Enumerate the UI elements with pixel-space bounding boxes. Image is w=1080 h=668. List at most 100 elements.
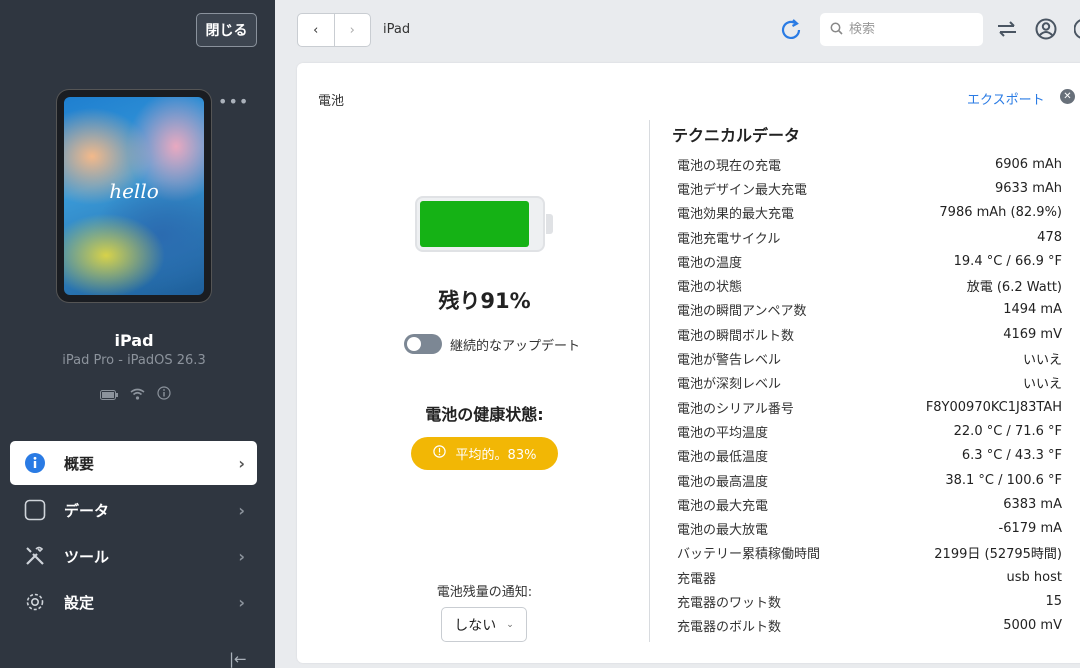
panel-divider [649, 120, 650, 642]
gear-icon [23, 590, 47, 614]
help-icon[interactable] [1073, 18, 1080, 44]
topbar: ‹ › iPad [275, 0, 1080, 62]
battery-notify-value: しない [454, 617, 497, 634]
tech-label: 電池充電サイクル [677, 231, 781, 247]
battery-remaining: 残り91% [438, 289, 531, 313]
chevron-down-icon: ⌄ [506, 619, 514, 630]
battery-icon [100, 385, 118, 404]
search-box[interactable] [820, 13, 983, 46]
tech-value: 6906 mAh [994, 156, 1062, 172]
tech-label: 電池の瞬間ボルト数 [677, 328, 795, 344]
wifi-icon [130, 385, 145, 404]
table-row: 電池の平均温度 22.0 °C / 71.6 °F [677, 419, 1062, 443]
table-row: 電池が警告レベル いいえ [677, 346, 1062, 370]
square-icon [23, 498, 47, 522]
tech-label: 電池のシリアル番号 [677, 401, 794, 417]
tech-value: 4169 mV [1003, 326, 1062, 342]
tech-value: 6.3 °C / 43.3 °F [961, 448, 1062, 464]
table-row: 電池の最大放電 -6179 mA [677, 516, 1062, 540]
tech-label: 充電器のボルト数 [677, 620, 782, 636]
refresh-icon[interactable] [778, 17, 804, 47]
tech-label: 充電器のワット数 [677, 595, 782, 611]
battery-notify-select[interactable]: しない ⌄ [441, 607, 527, 642]
tech-value: 19.4 °C / 66.9 °F [953, 253, 1062, 269]
forward-button[interactable]: › [333, 14, 371, 46]
battery-panel: 電池 エクスポート ✕ 残り91% 継続的なアップデート 電池の健康状態: 平均… [297, 63, 1080, 663]
sidebar-item-tools[interactable]: ツール › [10, 534, 257, 578]
tech-label: 充電器 [677, 571, 717, 587]
back-button[interactable]: ‹ [298, 14, 334, 46]
technical-data-table: 電池の現在の充電 6906 mAh 電池デザイン最大充電 9633 mAh 電池効果的最… [677, 152, 1062, 638]
tech-value: いいえ [1022, 377, 1062, 393]
table-row: 電池の最大充電 6383 mA [677, 492, 1062, 516]
device-screen: hello [64, 97, 204, 295]
search-icon [830, 20, 843, 39]
transfer-icon[interactable] [996, 18, 1018, 44]
tech-value: 5000 mV [1003, 618, 1062, 634]
battery-health-badge: 平均的。83% [411, 437, 558, 470]
table-row: 電池効果的最大充電 7986 mAh (82.9%) [677, 201, 1062, 225]
device-image: hello [57, 90, 211, 302]
table-row: 充電器 usb host [677, 565, 1062, 589]
table-row: 電池のシリアル番号 F8Y00970KC1J83TAH [677, 395, 1062, 419]
info-icon[interactable] [157, 385, 171, 404]
navigation-buttons: ‹ › [297, 13, 371, 47]
table-row: 電池の瞬間アンペア数 1494 mA [677, 298, 1062, 322]
table-row: 充電器のワット数 15 [677, 589, 1062, 613]
tech-label: 電池の最大充電 [677, 498, 769, 514]
tech-label: 電池の最高温度 [677, 474, 769, 490]
tech-label: 電池の最低温度 [677, 450, 769, 466]
panel-title: 電池 [318, 94, 345, 109]
sidebar-item-label: ツール [64, 547, 110, 566]
tech-value: usb host [1006, 569, 1062, 585]
table-row: 充電器のボルト数 5000 mV [677, 614, 1062, 638]
collapse-sidebar-icon[interactable]: |← [229, 650, 247, 668]
table-row: バッテリー累積稼働時間 2199日 (52795時間) [677, 541, 1062, 565]
sidebar-item-label: 設定 [64, 593, 95, 612]
battery-tip [546, 214, 553, 234]
sidebar-item-label: 概要 [64, 454, 95, 473]
tech-label: 電池の状態 [677, 280, 743, 296]
tech-value: 22.0 °C / 71.6 °F [953, 423, 1062, 439]
battery-graphic [415, 196, 553, 252]
more-options-icon[interactable]: ••• [218, 92, 249, 111]
table-row: 電池充電サイクル 478 [677, 225, 1062, 249]
sidebar-item-label: データ [64, 501, 110, 520]
continuous-update-toggle[interactable] [404, 334, 442, 354]
table-row: 電池の最低温度 6.3 °C / 43.3 °F [677, 444, 1062, 468]
tech-value: F8Y00970KC1J83TAH [925, 399, 1062, 415]
chevron-right-icon: › [238, 592, 245, 612]
continuous-update-label: 継続的なアップデート [450, 338, 581, 354]
tools-icon [23, 544, 47, 568]
tech-label: 電池が深刻レベル [677, 377, 782, 393]
device-status-icons [100, 385, 171, 404]
sidebar-item-settings[interactable]: 設定 › [10, 580, 257, 624]
battery-fill [420, 201, 530, 247]
battery-body [415, 196, 545, 252]
tech-value: 38.1 °C / 100.6 °F [945, 472, 1062, 488]
close-button[interactable]: 閉じる [196, 13, 257, 47]
account-icon[interactable] [1035, 18, 1057, 44]
search-input[interactable] [849, 22, 969, 37]
table-row: 電池の瞬間ボルト数 4169 mV [677, 322, 1062, 346]
battery-health-value: 平均的。83% [455, 448, 537, 463]
tech-value: 478 [1037, 229, 1062, 245]
sidebar-item-overview[interactable]: 概要 › [10, 441, 257, 485]
tech-label: 電池の瞬間アンペア数 [677, 304, 807, 320]
tech-value: 9633 mAh [994, 180, 1062, 196]
table-row: 電池の現在の充電 6906 mAh [677, 152, 1062, 176]
export-link[interactable]: エクスポート [967, 89, 1045, 108]
tech-label: 電池の最大放電 [677, 523, 769, 539]
device-model: iPad Pro - iPadOS 26.3 [62, 353, 206, 368]
chevron-right-icon: › [238, 500, 245, 520]
tech-value: 2199日 (52795時間) [934, 547, 1062, 563]
technical-data-title: テクニカルデータ [672, 126, 801, 145]
breadcrumb: iPad [383, 22, 411, 37]
device-name: iPad [114, 331, 154, 350]
tech-value: 6383 mA [1003, 496, 1062, 512]
close-icon[interactable]: ✕ [1060, 89, 1075, 104]
tech-value: 7986 mAh (82.9%) [939, 205, 1062, 221]
chevron-right-icon: › [238, 453, 245, 473]
table-row: 電池デザイン最大充電 9633 mAh [677, 176, 1062, 200]
sidebar-item-data[interactable]: データ › [10, 488, 257, 532]
